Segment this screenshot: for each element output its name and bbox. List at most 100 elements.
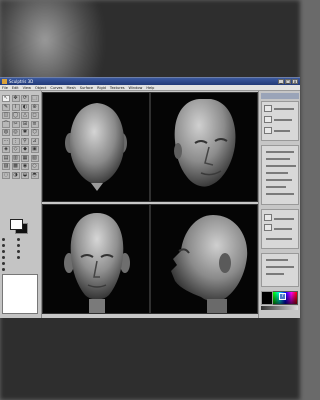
property-field[interactable] — [274, 130, 290, 132]
current-color-swatch[interactable] — [261, 291, 273, 305]
menu-textures[interactable]: Textures — [110, 85, 125, 91]
tool-button[interactable]: ⌇ — [11, 103, 20, 111]
tool-grid: ↖ ✥ ⟳ ⬚ ✎ ⌇ ◐ ⊕ ◫ ◯ △ ◻ ⌒ ✂ ⊞ ≡ ◍ ◎ ✱ ⬡ ⋯ ⋮ ⚲ ⊿ ◈ ◇ ◆ ▣ ▤ ▥ ▦ ▧ ▨ ▩ ◉ ○ ◌ ◑ ◒ ◓ — [2, 95, 39, 179]
foreground-color-swatch[interactable] — [10, 219, 23, 230]
head-perspective-view — [174, 99, 236, 187]
property-field[interactable] — [266, 165, 296, 167]
tool-button[interactable]: ▣ — [30, 146, 39, 153]
tool-button[interactable]: ▥ — [11, 154, 20, 162]
property-field[interactable] — [266, 172, 288, 174]
head-front-view — [64, 213, 130, 313]
property-field[interactable] — [266, 266, 294, 268]
property-field[interactable] — [266, 186, 286, 188]
menu-mesh[interactable]: Mesh — [67, 85, 76, 91]
menu-help[interactable]: Help — [146, 85, 154, 91]
property-field[interactable] — [274, 108, 294, 110]
tool-button[interactable]: ◇ — [11, 146, 20, 153]
radio-icon[interactable] — [2, 249, 5, 253]
value-gradient-slider[interactable] — [261, 306, 298, 310]
tool-button[interactable]: ◯ — [11, 112, 20, 119]
tool-button[interactable]: ▤ — [2, 154, 10, 162]
tool-button[interactable]: ◻ — [30, 112, 39, 119]
tool-button[interactable]: ✱ — [21, 129, 29, 136]
radio-icon[interactable] — [2, 255, 5, 259]
radio-icon[interactable] — [2, 237, 5, 241]
tool-button[interactable]: ⋯ — [2, 137, 10, 145]
close-button[interactable]: x — [292, 79, 298, 84]
tool-button[interactable]: ▦ — [21, 154, 29, 162]
tool-button[interactable]: ⬚ — [30, 95, 39, 102]
option-row[interactable] — [2, 266, 39, 272]
tool-button[interactable]: ▩ — [11, 163, 20, 170]
menu-view[interactable]: View — [23, 85, 31, 91]
tool-button[interactable]: ≡ — [30, 120, 39, 128]
property-field[interactable] — [266, 158, 290, 160]
tool-button[interactable]: ◐ — [21, 103, 29, 111]
tool-button[interactable]: ⊞ — [21, 120, 29, 128]
viewport-front[interactable] — [42, 204, 150, 314]
property-field[interactable] — [274, 218, 294, 220]
tool-button[interactable]: ▧ — [30, 154, 39, 162]
radio-icon[interactable] — [17, 243, 20, 247]
tool-button[interactable]: ▨ — [2, 163, 10, 170]
help-icon[interactable]: ? — [279, 293, 286, 300]
menu-window[interactable]: Window — [129, 85, 143, 91]
radio-icon[interactable] — [2, 243, 5, 247]
viewport-side[interactable] — [150, 204, 258, 314]
tool-button[interactable]: ⊕ — [30, 103, 39, 111]
tool-button[interactable]: ◫ — [2, 112, 10, 119]
tool-button[interactable]: ◎ — [11, 129, 20, 136]
thumbnail[interactable] — [264, 214, 272, 221]
property-field[interactable] — [266, 259, 288, 261]
tool-button[interactable]: ⌒ — [2, 120, 10, 128]
tool-button[interactable]: ◌ — [2, 171, 10, 179]
tool-button[interactable]: ↖ — [2, 95, 10, 102]
property-field[interactable] — [266, 193, 294, 195]
tool-button[interactable]: ◑ — [11, 171, 20, 179]
minimize-button[interactable]: _ — [278, 79, 284, 84]
tool-button[interactable]: ◉ — [21, 163, 29, 170]
radio-icon[interactable] — [17, 249, 20, 253]
tool-button[interactable]: ✂ — [11, 120, 20, 128]
tool-button[interactable]: ◍ — [2, 129, 10, 136]
thumbnail[interactable] — [264, 224, 272, 231]
menu-surface[interactable]: Surface — [80, 85, 93, 91]
property-field[interactable] — [274, 119, 292, 121]
tool-button[interactable]: ⬡ — [30, 129, 39, 136]
radio-icon[interactable] — [17, 237, 20, 241]
property-field[interactable] — [266, 179, 292, 181]
properties-panel — [258, 91, 300, 318]
tool-button[interactable]: ✎ — [2, 103, 10, 111]
tool-button[interactable]: ◓ — [30, 171, 39, 179]
thumbnail[interactable] — [264, 127, 272, 134]
tool-button[interactable]: ◈ — [2, 146, 10, 153]
maximize-button[interactable]: □ — [285, 79, 291, 84]
tool-button[interactable]: ◒ — [21, 171, 29, 179]
tool-button[interactable]: ⊿ — [30, 137, 39, 145]
tool-button[interactable]: ⚲ — [21, 137, 29, 145]
tool-button[interactable]: △ — [21, 112, 29, 119]
tool-button[interactable]: ◆ — [21, 146, 29, 153]
thumbnail[interactable] — [264, 116, 272, 123]
radio-icon[interactable] — [2, 261, 5, 265]
property-field[interactable] — [266, 238, 292, 240]
thumbnail[interactable] — [264, 105, 272, 112]
color-swatches[interactable] — [10, 219, 28, 234]
property-field[interactable] — [266, 151, 294, 153]
radio-icon[interactable] — [2, 267, 5, 271]
menu-curves[interactable]: Curves — [50, 85, 62, 91]
tool-button[interactable]: ⋮ — [11, 137, 20, 145]
property-field[interactable] — [274, 228, 292, 230]
tool-button[interactable]: ✥ — [11, 95, 20, 102]
viewport-top[interactable] — [42, 92, 150, 202]
viewport-perspective[interactable] — [150, 92, 258, 202]
radio-icon[interactable] — [17, 255, 20, 259]
menu-file[interactable]: File — [2, 85, 8, 91]
layer-list[interactable] — [2, 274, 38, 314]
property-field[interactable] — [266, 273, 284, 275]
menu-rigid[interactable]: Rigid — [97, 85, 106, 91]
menu-edit[interactable]: Edit — [12, 85, 19, 91]
tool-button[interactable]: ⟳ — [21, 95, 29, 102]
menu-object[interactable]: Object — [35, 85, 46, 91]
tool-button[interactable]: ○ — [30, 163, 39, 170]
